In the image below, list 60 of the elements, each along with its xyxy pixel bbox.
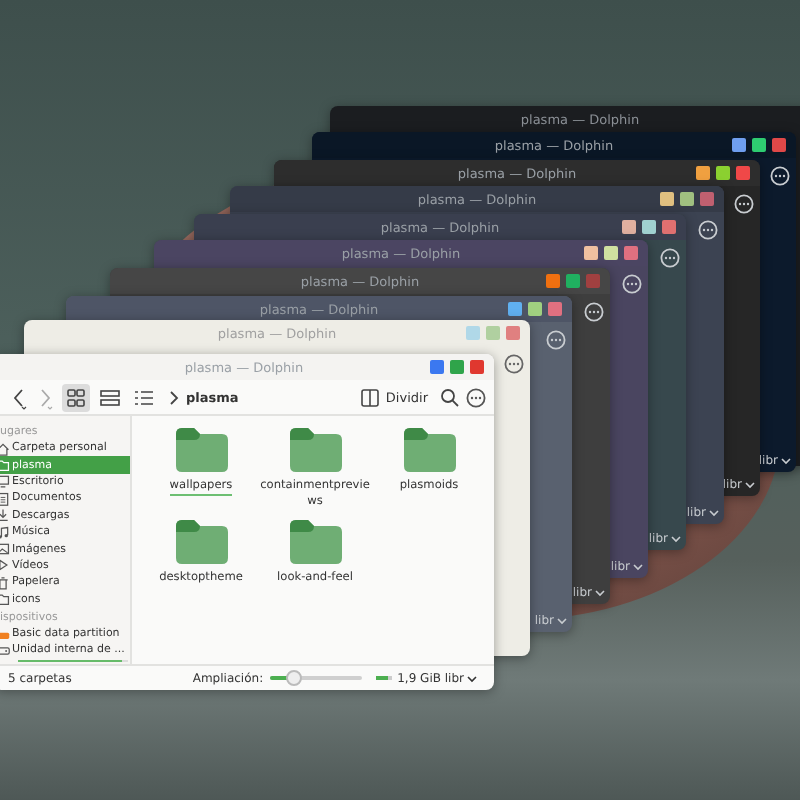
- window-control-button[interactable]: [662, 220, 676, 234]
- window-control-button[interactable]: [752, 138, 766, 152]
- folder-icon: [289, 520, 341, 564]
- zoom-slider[interactable]: [269, 670, 362, 686]
- folder-icon: [0, 592, 10, 607]
- document-icon: [0, 491, 10, 506]
- caret-icon: [670, 534, 682, 544]
- window-control-button[interactable]: [680, 192, 694, 206]
- caret-icon: [744, 480, 756, 490]
- search-icon[interactable]: [440, 387, 460, 407]
- window-control-button[interactable]: [450, 360, 464, 374]
- caret-icon: [780, 456, 792, 466]
- caret-icon: [594, 588, 606, 598]
- window-control-button[interactable]: [466, 326, 480, 340]
- window-control-button[interactable]: [546, 274, 560, 288]
- trash-icon: [0, 575, 10, 590]
- window-control-button[interactable]: [528, 302, 542, 316]
- window-control-button[interactable]: [642, 220, 656, 234]
- download-icon: [0, 508, 10, 523]
- caret-icon: [708, 508, 720, 518]
- caret-icon: [466, 673, 478, 683]
- window-control-button[interactable]: [584, 246, 598, 260]
- play-icon: [0, 558, 10, 573]
- icons-view-button[interactable]: [62, 383, 90, 411]
- house-icon: [0, 441, 10, 456]
- menu-icon[interactable]: [466, 387, 486, 407]
- chevron-right-icon: [168, 389, 180, 405]
- folder-icon: [175, 520, 227, 564]
- split-view-icon: [359, 387, 380, 407]
- menu-icon[interactable]: [504, 354, 524, 374]
- window-control-button[interactable]: [736, 166, 750, 180]
- window-control-button[interactable]: [508, 302, 522, 316]
- folder-icon: [289, 428, 341, 472]
- image-icon: [0, 542, 10, 557]
- caret-icon: [632, 562, 644, 572]
- window-control-button[interactable]: [566, 274, 580, 288]
- compact-view-icon: [100, 387, 120, 407]
- list-icon: [134, 387, 154, 407]
- window-control-button[interactable]: [716, 166, 730, 180]
- window-control-button[interactable]: [506, 326, 520, 340]
- window-control-button[interactable]: [700, 192, 714, 206]
- back-icon[interactable]: [10, 385, 30, 409]
- window-control-button[interactable]: [430, 360, 444, 374]
- window-control-button[interactable]: [696, 166, 710, 180]
- folder-icon: [175, 428, 227, 472]
- grid-icon: [66, 387, 86, 407]
- monitor-icon: [0, 474, 10, 489]
- window-control-button[interactable]: [660, 192, 674, 206]
- window-control-button[interactable]: [604, 246, 618, 260]
- window-control-button[interactable]: [470, 360, 484, 374]
- window-control-button[interactable]: [548, 302, 562, 316]
- window-control-button[interactable]: [586, 274, 600, 288]
- window-control-button[interactable]: [486, 326, 500, 340]
- caret-icon: [556, 616, 568, 626]
- window-control-button[interactable]: [732, 138, 746, 152]
- folder-icon: [403, 428, 455, 472]
- window-control-button[interactable]: [622, 220, 636, 234]
- music-note-icon: [0, 525, 10, 540]
- window-control-button[interactable]: [624, 246, 638, 260]
- window-control-button[interactable]: [772, 138, 786, 152]
